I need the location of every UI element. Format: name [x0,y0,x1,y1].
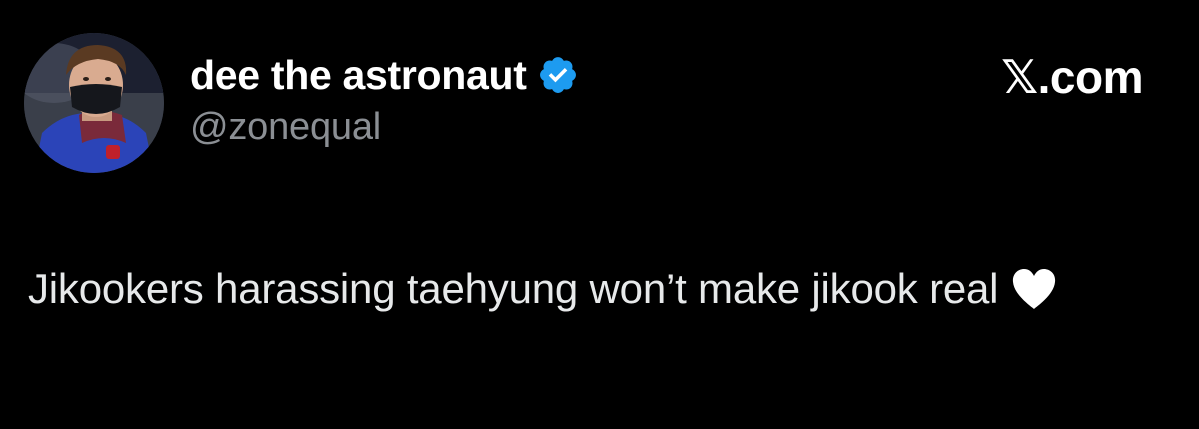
profile-photo [24,33,164,173]
verified-badge-icon [539,57,576,93]
tweet-body: Jikookers harassing taehyung won’t make … [28,258,1178,320]
tweet-text: Jikookers harassing taehyung won’t make … [28,265,999,312]
author-display-name[interactable]: dee the astronaut [190,52,527,99]
site-label: 𝕏.com [1001,51,1143,103]
x-logo-icon[interactable]: 𝕏.com [1001,50,1143,104]
name-row: dee the astronaut [190,50,579,100]
author-avatar[interactable] [24,33,164,173]
white-heart-icon [1013,269,1056,309]
tweet-card: dee the astronaut @zonequal 𝕏.com Jikook… [0,0,1199,429]
author-handle[interactable]: @zonequal [190,106,579,149]
author-info: dee the astronaut @zonequal [190,50,579,149]
